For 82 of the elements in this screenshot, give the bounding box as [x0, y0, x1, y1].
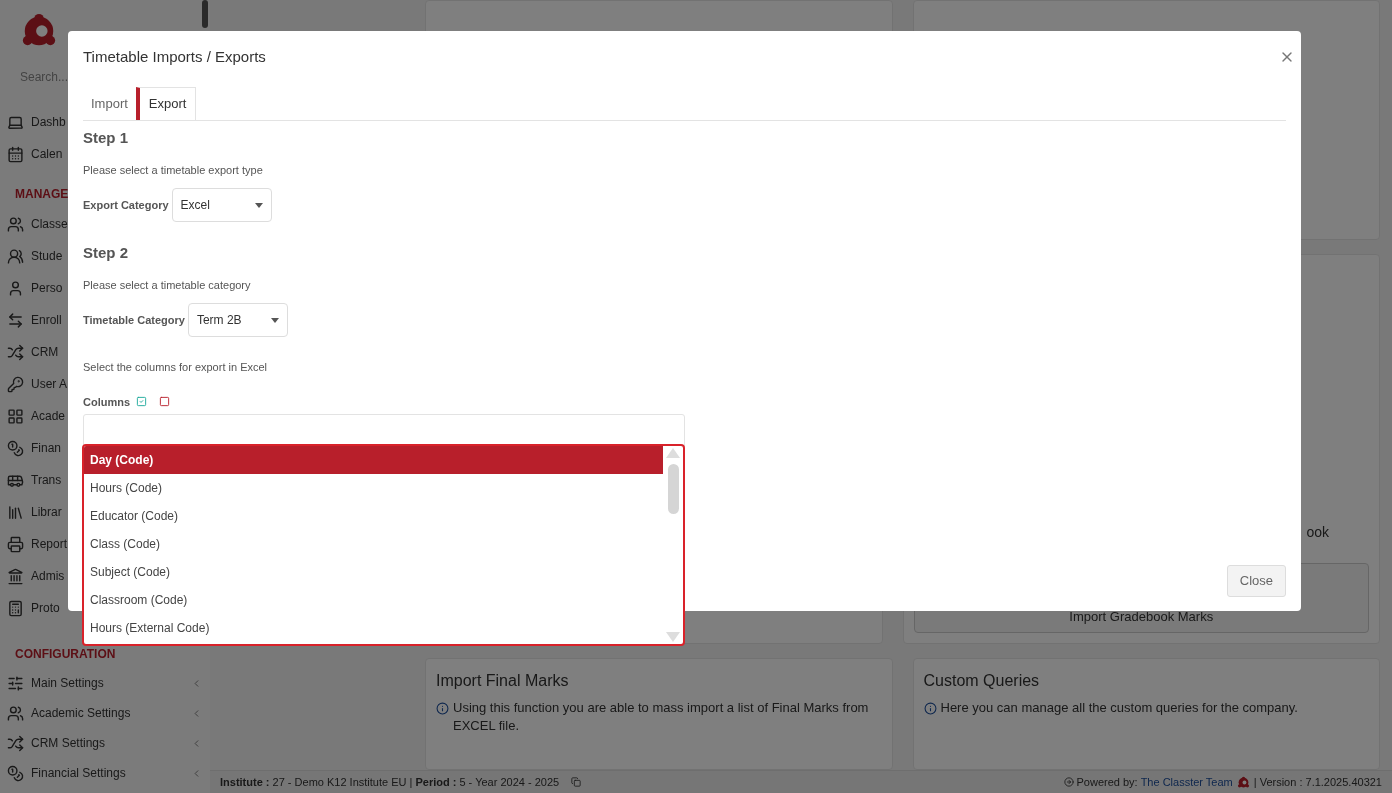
sidebar-item[interactable]: CRM Settings [31, 734, 106, 752]
printer-icon [7, 535, 24, 553]
sidebar-item[interactable]: Finan [31, 439, 62, 457]
info-text: Using this function you are able to mass import a list of Final Marks from EXCEL file. [453, 699, 870, 735]
sidebar-item[interactable]: Proto [31, 599, 60, 617]
field-label: Columns [83, 394, 131, 410]
caret-icon [270, 317, 279, 323]
shuffle-icon [7, 734, 24, 752]
select-field[interactable]: Term 2B [187, 303, 288, 337]
field-label: Timetable Category [83, 312, 185, 328]
dropdown-option[interactable]: Educator (Code) [84, 502, 663, 530]
field-label: Export Category [83, 197, 169, 213]
arrows-icon [7, 311, 24, 329]
tab[interactable]: Export [135, 87, 197, 120]
sidebar-item[interactable]: Enroll [31, 311, 62, 329]
sidebar-item[interactable]: Perso [31, 279, 63, 297]
scrollbar[interactable] [202, 0, 208, 28]
users-icon [7, 704, 24, 722]
section-heading: CONFIGURATION [15, 646, 116, 663]
sidebar-item[interactable]: Acade [31, 407, 66, 425]
sidebar-item[interactable]: User A [31, 375, 67, 393]
grid-icon [7, 407, 24, 425]
tab[interactable]: Import [83, 87, 136, 120]
info-icon [923, 702, 937, 715]
info-text: Here you can manage all the custom queries for the company. [940, 699, 1298, 717]
dropdown-option[interactable]: Hours (External Code) [84, 614, 663, 642]
sidebar-item[interactable]: Classe [31, 215, 68, 233]
key-icon [7, 375, 24, 393]
users-icon [7, 215, 24, 233]
calendar-icon [7, 145, 24, 163]
scroll-down-icon[interactable] [666, 632, 680, 642]
dropdown-option[interactable]: Hours (Code) [84, 474, 663, 502]
step-heading: Step 2 [83, 243, 129, 263]
dropdown-option[interactable]: Subject (Code) [84, 558, 663, 586]
sidebar-item[interactable]: CRM [31, 343, 59, 361]
books-icon [7, 503, 24, 521]
team-link[interactable]: The Classter Team [1140, 773, 1233, 791]
shuffle-icon [7, 343, 24, 361]
scrollbar[interactable] [663, 446, 683, 644]
sidebar-item[interactable]: Calen [31, 145, 63, 163]
sidebar-item[interactable]: Dashb [31, 113, 66, 131]
sidebar-item[interactable]: Financial Settings [31, 764, 126, 782]
sidebar-item[interactable]: Librar [31, 503, 62, 521]
dropdown-option[interactable]: Classroom (Code) [84, 586, 663, 614]
info-icon [436, 702, 449, 715]
status-context: Institute : 27 - Demo K12 Institute EU | Period : 5 - Year 2024 - 2025 [220, 774, 560, 790]
logo-icon [1236, 775, 1250, 789]
step-hint: Please select a timetable category [83, 277, 252, 293]
step-hint: Please select a timetable export type [83, 162, 264, 178]
sidebar-item[interactable]: Report [31, 535, 68, 553]
calculator-icon [7, 599, 24, 617]
dialog-title: Timetable Imports / Exports [83, 46, 266, 67]
columns-hint: Select the columns for export in Excel [83, 360, 269, 375]
caret-icon [254, 202, 263, 208]
close-button[interactable]: Close [1226, 565, 1286, 597]
select-all-icon[interactable] [136, 396, 148, 408]
sidebar-item[interactable]: Main Settings [31, 674, 104, 692]
coins-icon [7, 764, 24, 782]
card-text: ook [1306, 523, 1329, 542]
users-icon [7, 247, 24, 265]
powered-by-text: Powered by: [1076, 774, 1138, 790]
dropdown-option[interactable]: Day (Code) [84, 446, 663, 474]
bank-icon [7, 567, 24, 585]
circle-icon [1064, 777, 1075, 787]
dropdown-option[interactable]: Class (Code) [84, 530, 663, 558]
deselect-all-icon[interactable] [159, 396, 171, 408]
sidebar-item[interactable]: Admis [31, 567, 65, 585]
copy-icon[interactable] [571, 777, 582, 787]
sidebar-item[interactable]: Stude [31, 247, 63, 265]
select-field[interactable]: Excel [171, 188, 272, 222]
card-title: Import Final Marks [436, 671, 570, 691]
sidebar-item[interactable]: Trans [31, 471, 62, 489]
card-title: Custom Queries [923, 671, 1041, 691]
step-heading: Step 1 [83, 128, 129, 148]
section-heading: MANAGE [15, 186, 69, 203]
scroll-thumb[interactable] [667, 464, 679, 514]
version-text: | Version : 7.1.2025.40321 [1253, 774, 1382, 790]
scroll-up-icon[interactable] [666, 448, 680, 458]
coins-icon [7, 439, 24, 457]
user-icon [7, 279, 24, 297]
sidebar-item[interactable]: Academic Settings [31, 704, 131, 722]
sliders-icon [7, 674, 24, 692]
